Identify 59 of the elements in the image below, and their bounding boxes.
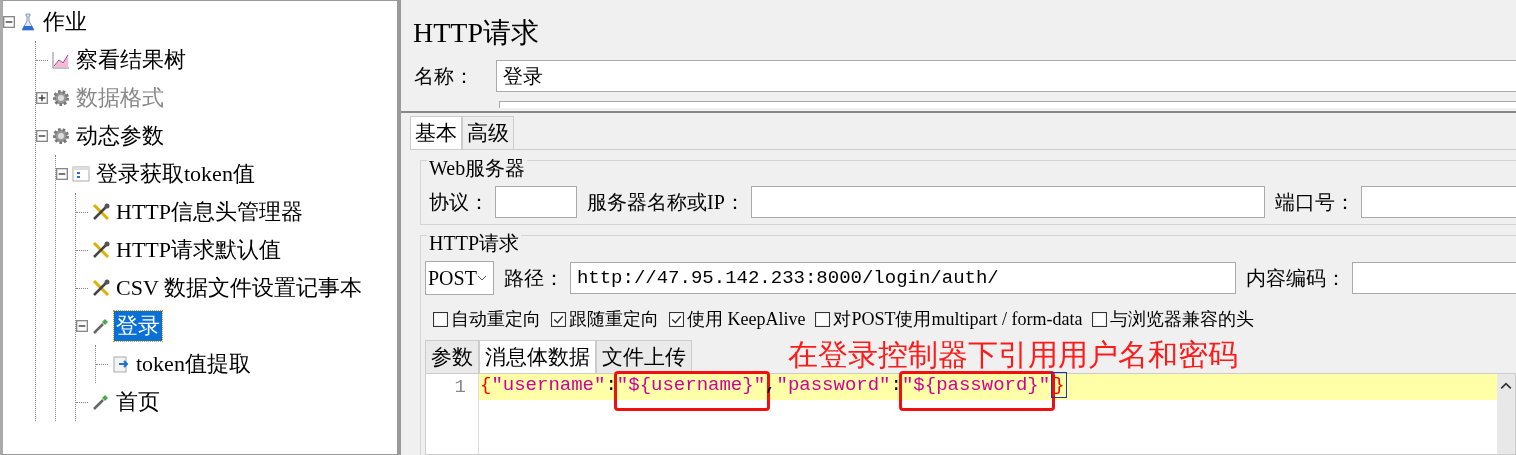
tree-item[interactable]: 登录 (114, 311, 162, 341)
tree-item[interactable]: CSV 数据文件设置记事本 (114, 273, 364, 303)
protocol-label: 协议： (428, 189, 489, 215)
tab[interactable]: 消息体数据 (479, 340, 596, 373)
name-label: 名称： (413, 63, 474, 89)
tree-item[interactable]: HTTP信息头管理器 (114, 197, 305, 227)
port-field[interactable] (1360, 186, 1516, 218)
tree-item[interactable]: HTTP请求默认值 (114, 235, 283, 265)
server-field[interactable] (750, 186, 1265, 218)
gear-icon (51, 88, 71, 108)
encoding-label: 内容编码： (1244, 265, 1346, 291)
port-label: 端口号： (1273, 189, 1355, 215)
boxed-code-token: "${password}" (898, 371, 1056, 411)
collapse-toggle[interactable] (3, 16, 15, 28)
path-field[interactable]: http://47.95.142.233:8000/login/auth/ (569, 262, 1236, 294)
code-token: { (480, 374, 492, 396)
protocol-field[interactable] (495, 186, 577, 218)
tree-item[interactable]: 登录获取token值 (94, 159, 257, 189)
panel-title: HTTP请求 (413, 16, 540, 50)
scroll-up-icon[interactable] (1500, 382, 1512, 390)
flask-icon (18, 12, 38, 32)
collapse-toggle[interactable] (56, 168, 68, 180)
server-label: 服务器名称或IP： (586, 189, 745, 215)
dropper-icon (91, 392, 111, 412)
annotation-text: 在登录控制器下引用用户名和密码 (788, 337, 1238, 373)
tools-icon (91, 278, 111, 298)
tab[interactable]: 文件上传 (596, 340, 692, 373)
option-checkbox[interactable]: 与浏览器兼容的头 (1092, 307, 1255, 331)
tree-item[interactable]: 作业 (41, 7, 89, 37)
code-token: "username" (491, 374, 606, 396)
code-token: "password" (776, 374, 891, 396)
collapse-toggle[interactable] (76, 320, 88, 332)
controller-icon (71, 164, 91, 184)
caret-icon (476, 275, 487, 281)
chart-icon (51, 50, 71, 70)
name-field[interactable]: 登录 (496, 60, 1516, 92)
tab[interactable]: 高级 (462, 116, 514, 149)
tree-item[interactable]: 察看结果树 (74, 45, 188, 75)
dropper-icon (91, 316, 111, 336)
scrollbar[interactable] (1497, 374, 1515, 454)
collapse-toggle[interactable] (36, 130, 48, 142)
tab[interactable]: 基本 (410, 116, 462, 149)
option-checkbox[interactable]: 自动重定向 (433, 307, 541, 331)
option-checkbox[interactable]: 跟随重定向 (551, 307, 659, 331)
option-checkbox[interactable]: 使用 KeepAlive (669, 307, 806, 331)
method-dropdown[interactable]: POST (425, 261, 494, 295)
tab[interactable]: 参数 (425, 340, 479, 373)
tree-item[interactable]: token值提取 (134, 349, 253, 379)
path-label: 路径： (502, 265, 564, 291)
extractor-icon (111, 354, 131, 374)
option-checkbox[interactable]: 对POST使用multipart / form-data (815, 307, 1083, 331)
tree-item[interactable]: 动态参数 (74, 121, 166, 151)
gear-icon (51, 126, 71, 146)
line-number: 1 (453, 375, 466, 400)
tree-item[interactable]: 首页 (114, 387, 162, 417)
tools-icon (91, 202, 111, 222)
tools-icon (91, 240, 111, 260)
comment-field[interactable] (499, 101, 1516, 108)
encoding-field[interactable] (1351, 262, 1516, 294)
